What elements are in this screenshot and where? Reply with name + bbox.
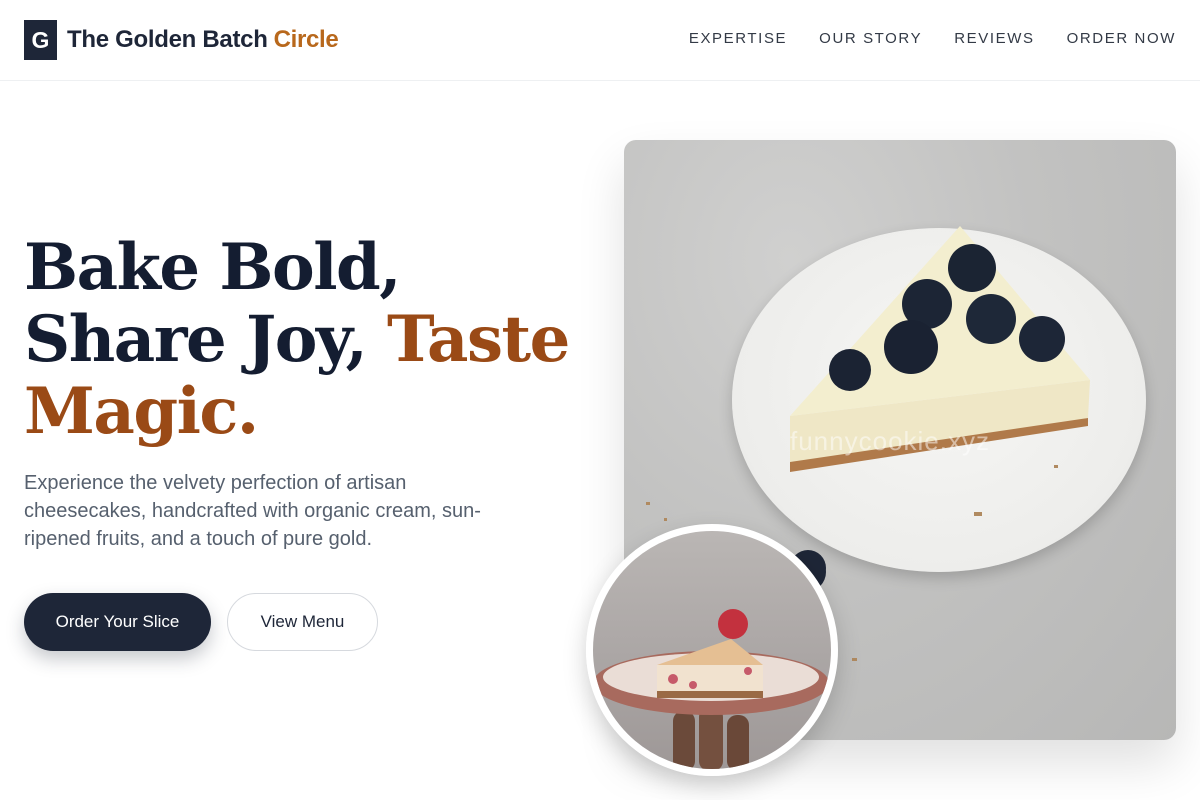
berry-filling	[668, 674, 678, 684]
watermark-text: funnycookie.xyz	[790, 426, 990, 456]
hero-headline: Bake Bold, Share Joy, Taste Magic.	[24, 230, 570, 449]
crumb	[664, 518, 667, 521]
headline-line-2: Share Joy,	[24, 302, 368, 377]
main-nav: EXPERTISE OUR STORY REVIEWS ORDER NOW	[689, 30, 1176, 47]
inset-illustration	[593, 609, 829, 769]
headline-line-1: Bake Bold,	[24, 230, 402, 305]
order-your-slice-button[interactable]: Order Your Slice	[24, 593, 211, 651]
raspberry	[718, 609, 748, 639]
brand-name-accent: Circle	[273, 26, 339, 53]
slice-crust	[657, 691, 763, 698]
brand-logo[interactable]: G The Golden Batch Circle	[24, 20, 339, 60]
brand-name: The Golden Batch Circle	[67, 26, 339, 54]
crumb	[1054, 465, 1058, 468]
hero-description: Experience the velvety perfection of art…	[24, 472, 481, 550]
nav-order-now[interactable]: ORDER NOW	[1067, 30, 1176, 47]
logo-mark: G	[24, 20, 57, 60]
slice-top	[657, 639, 763, 665]
view-menu-button[interactable]: View Menu	[227, 593, 378, 651]
blueberry	[948, 244, 996, 292]
blueberry	[966, 294, 1016, 344]
nav-our-story[interactable]: OUR STORY	[819, 30, 922, 47]
brand-name-main: The Golden Batch	[67, 26, 268, 53]
headline-accent-taste: Taste	[387, 302, 570, 377]
crumb	[974, 512, 982, 516]
hand-finger	[699, 707, 723, 769]
berry-filling	[744, 667, 752, 675]
crumb	[852, 658, 857, 661]
blueberry	[884, 320, 938, 374]
headline-accent-magic: Magic.	[24, 374, 259, 449]
site-header: G The Golden Batch Circle EXPERTISE OUR S…	[0, 0, 1200, 81]
blueberry	[829, 349, 871, 391]
cheesecake-inset-image	[586, 524, 838, 776]
crumb	[646, 502, 650, 505]
blueberry	[1019, 316, 1065, 362]
nav-expertise[interactable]: EXPERTISE	[689, 30, 787, 47]
hand-finger	[727, 715, 749, 769]
nav-reviews[interactable]: REVIEWS	[954, 30, 1034, 47]
hand-finger	[673, 711, 695, 769]
berry-filling	[689, 681, 697, 689]
